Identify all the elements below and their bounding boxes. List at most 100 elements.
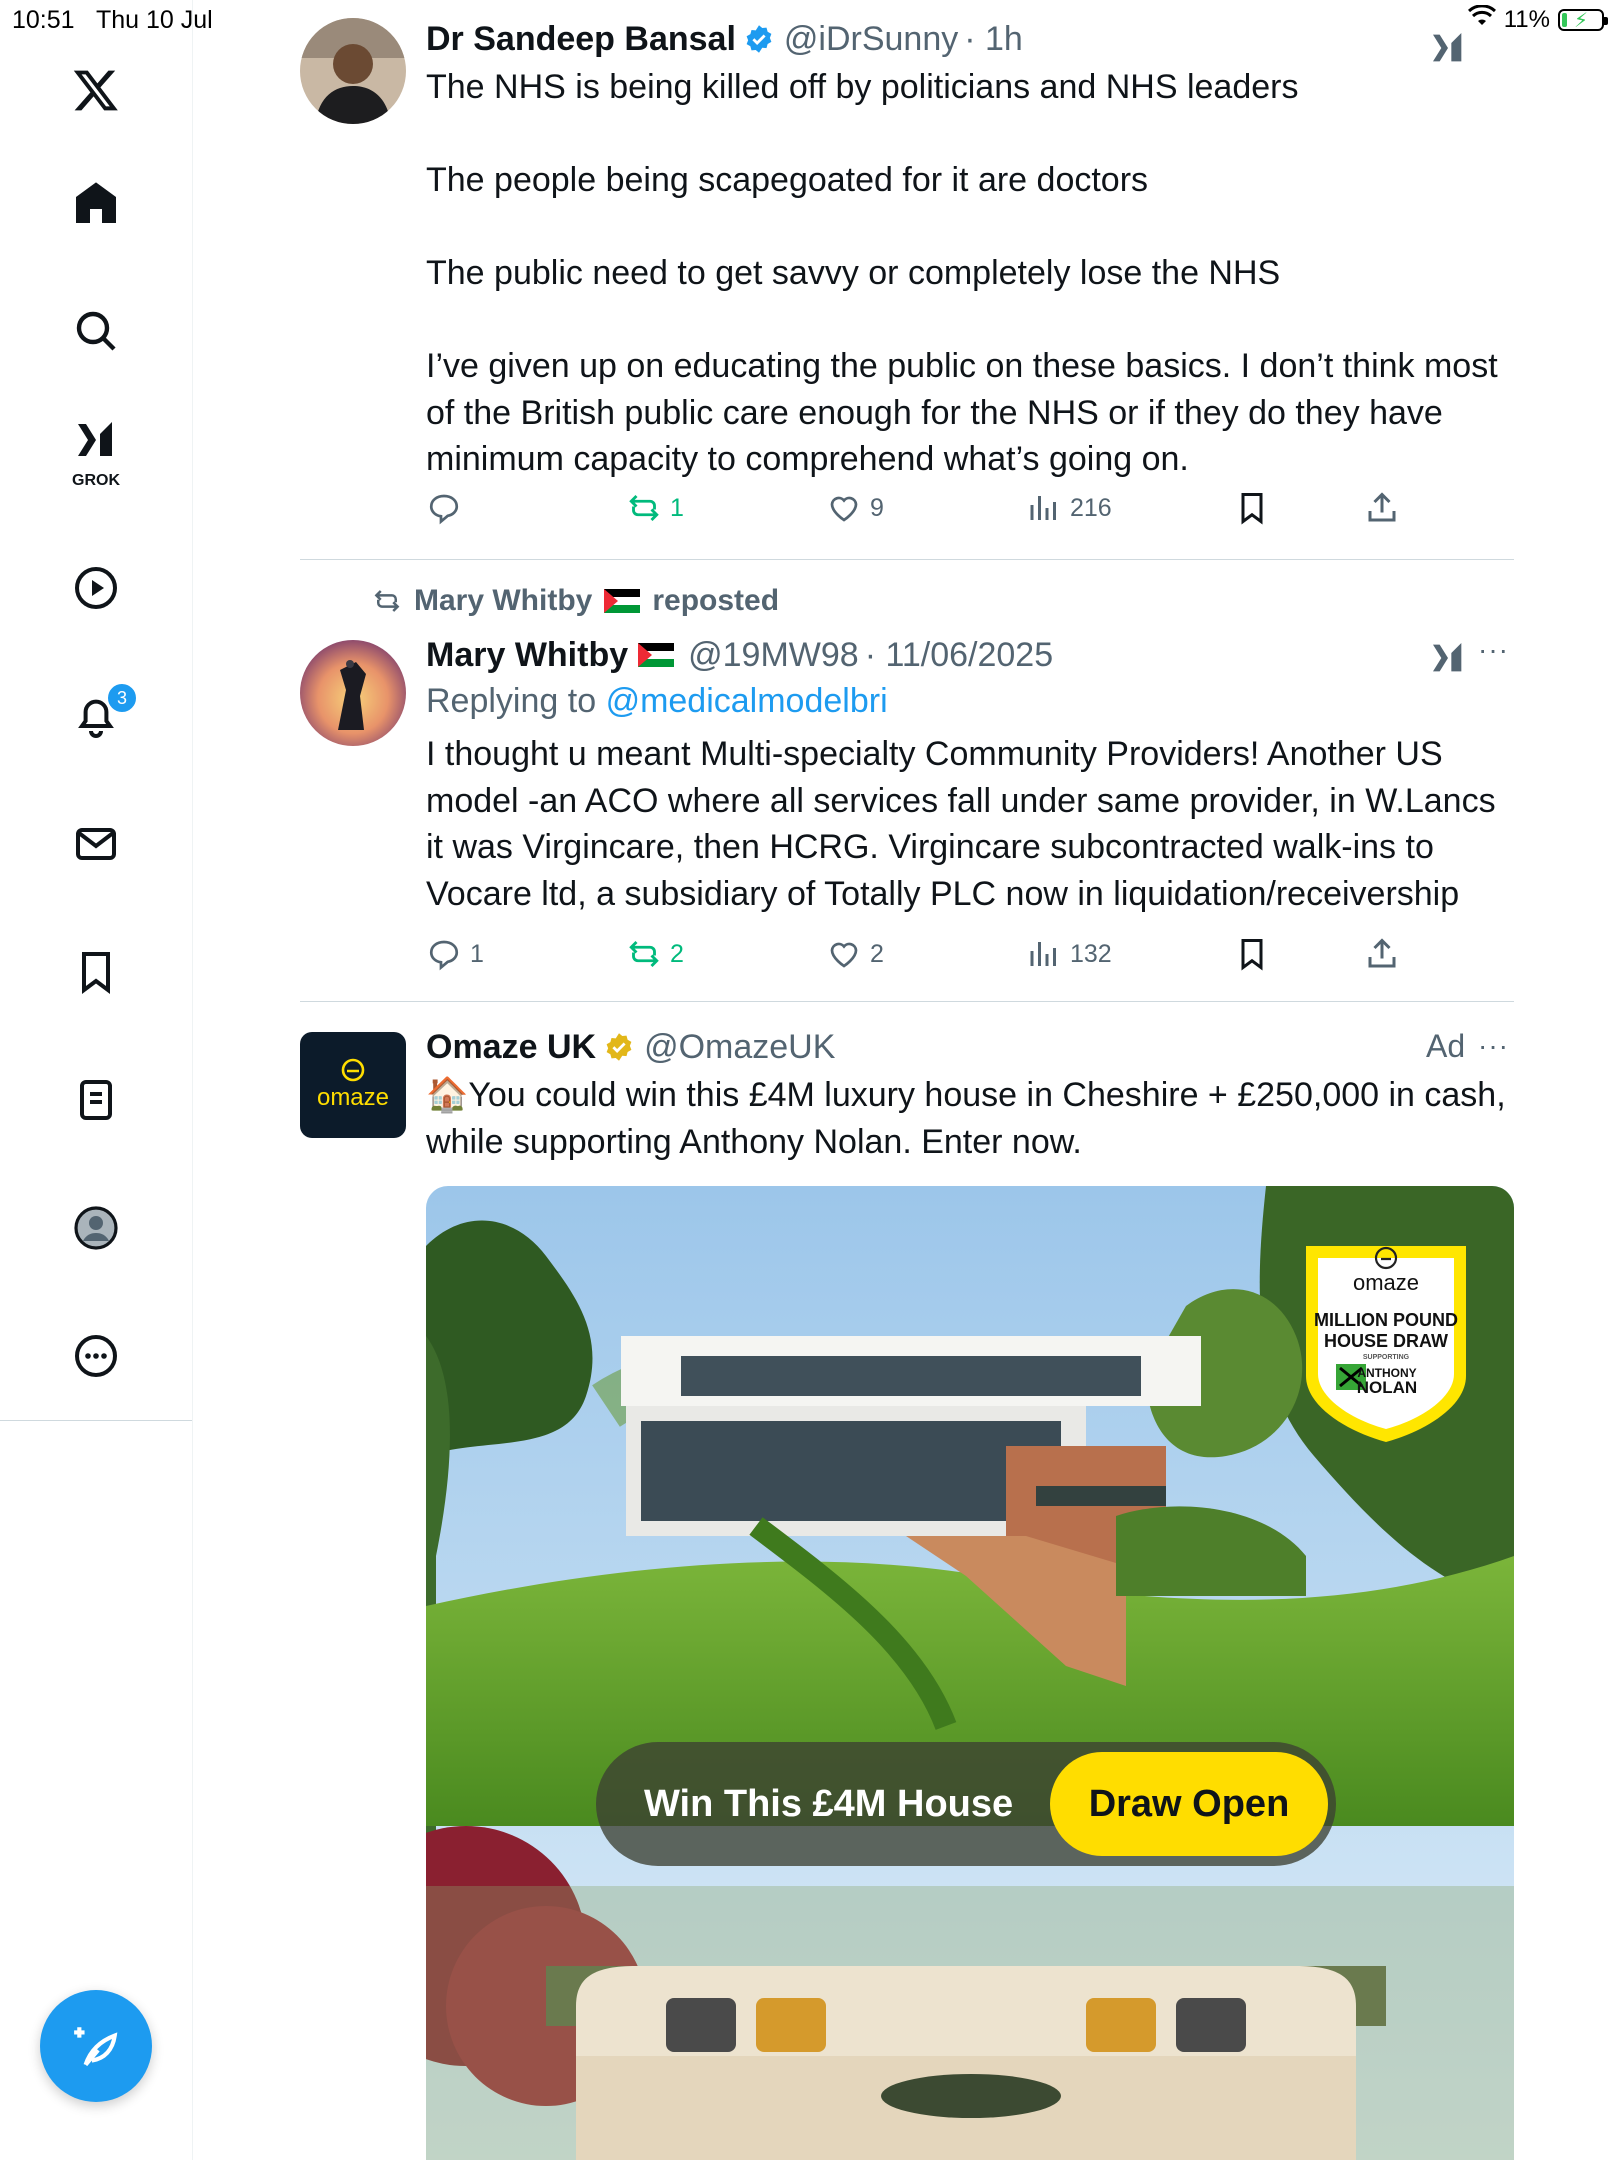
tweet-time[interactable]: · 1h <box>964 20 1023 59</box>
bookmark-button[interactable] <box>1234 936 1270 972</box>
tweet-ad[interactable]: omaze Omaze UK @OmazeUK 🏠You could win t… <box>300 1002 1514 2160</box>
tweet-header: Omaze UK @OmazeUK <box>426 1022 1514 1072</box>
home-icon[interactable] <box>56 163 136 243</box>
repost-count: 2 <box>670 939 684 968</box>
bookmark-icon <box>1241 493 1263 525</box>
compose-button[interactable] <box>40 1990 152 2102</box>
views-chart-icon <box>1030 942 1056 966</box>
x-logo-icon[interactable] <box>56 50 136 130</box>
avatar[interactable] <box>300 18 406 124</box>
like-count: 2 <box>870 939 884 968</box>
tweet-text: I thought u meant Multi-specialty Commun… <box>426 735 1496 913</box>
views-button[interactable]: 216 <box>1026 490 1112 526</box>
reply-icon <box>429 940 459 971</box>
author-handle[interactable]: @19MW98 <box>688 636 859 675</box>
tweet-actions: 1 9 216 <box>426 490 1406 540</box>
tweet-text: The NHS is being killed off by politicia… <box>426 68 1498 478</box>
ad-image[interactable]: Win This £4M House Draw Open omaze MILLI… <box>426 1186 1514 2160</box>
author-name[interactable]: Mary Whitby <box>426 636 628 675</box>
like-count: 9 <box>870 493 884 522</box>
tweet-header: Dr Sandeep Bansal @iDrSunny · 1h <box>426 14 1514 64</box>
omaze-avatar-text: omaze <box>316 1084 390 1111</box>
avatar[interactable] <box>300 640 406 746</box>
author-handle[interactable]: @OmazeUK <box>644 1028 835 1067</box>
reply-count: 1 <box>470 939 484 968</box>
like-button[interactable]: 2 <box>826 936 884 972</box>
reply-button[interactable] <box>426 490 470 526</box>
reposter-name[interactable]: Mary Whitby <box>414 584 592 618</box>
share-button[interactable] <box>1364 490 1400 526</box>
tweet-header: Mary Whitby @19MW98 · 11/06/2025 <box>426 630 1514 680</box>
palestine-flag-icon <box>638 643 675 667</box>
grok-icon[interactable] <box>1428 638 1468 678</box>
replying-to: Replying to @medicalmodelbri <box>426 682 1514 721</box>
grok-icon[interactable] <box>1428 28 1468 68</box>
share-icon <box>1368 938 1396 968</box>
heart-icon <box>830 496 858 522</box>
repost-icon <box>629 494 659 522</box>
tweet-2[interactable]: Mary Whitby reposted Mary Whitby @19MW98… <box>300 560 1514 1000</box>
views-chart-icon <box>1030 496 1056 520</box>
reply-button[interactable]: 1 <box>426 936 484 972</box>
sidebar-divider <box>0 1420 192 1421</box>
tweet-time[interactable]: · 11/06/2025 <box>865 636 1053 675</box>
grok-label: GROK <box>72 472 120 489</box>
notification-badge: 3 <box>106 682 138 714</box>
repost-button[interactable]: 1 <box>626 490 684 526</box>
bookmark-icon <box>1241 939 1263 971</box>
omaze-draw-badge: omaze MILLION POUND HOUSE DRAW SUPPORTIN… <box>1296 1236 1476 1446</box>
search-icon[interactable] <box>56 291 136 371</box>
bookmark-button[interactable] <box>1234 490 1270 526</box>
more-menu-icon[interactable]: ··· <box>1478 1030 1509 1062</box>
repost-button[interactable]: 2 <box>626 936 684 972</box>
draw-open-button[interactable]: Draw Open <box>1050 1752 1328 1856</box>
ad-label: Ad <box>1426 1028 1466 1064</box>
badge-line2: HOUSE DRAW <box>1323 1331 1448 1351</box>
repost-icon <box>374 590 400 612</box>
views-count: 132 <box>1070 939 1112 968</box>
repost-context: Mary Whitby reposted <box>372 584 779 618</box>
replying-prefix: Replying to <box>426 682 597 720</box>
video-icon[interactable] <box>56 548 136 628</box>
battery-icon: ⚡ <box>1558 8 1608 32</box>
bookmarks-icon[interactable] <box>56 932 136 1012</box>
notifications-icon[interactable]: 3 <box>56 676 138 756</box>
tweet-text: 🏠You could win this £4M luxury house in … <box>426 1076 1506 1161</box>
like-button[interactable]: 9 <box>826 490 884 526</box>
lists-icon[interactable] <box>56 1060 136 1140</box>
badge-partner2: NOLAN <box>1356 1378 1418 1397</box>
views-count: 216 <box>1070 493 1112 522</box>
tweet-1[interactable]: Dr Sandeep Bansal @iDrSunny · 1h The NHS… <box>300 14 1514 559</box>
badge-supporting: SUPPORTING <box>1362 1354 1410 1361</box>
author-name[interactable]: Dr Sandeep Bansal <box>426 20 736 59</box>
compose-feather-icon <box>74 2027 118 2067</box>
ad-pill-text: Win This £4M House <box>644 1782 1014 1825</box>
verified-badge-icon <box>746 25 772 53</box>
verified-gold-badge-icon <box>606 1033 632 1061</box>
sidebar: GROK 3 <box>0 0 193 2160</box>
replying-to-link[interactable]: @medicalmodelbri <box>606 682 888 720</box>
profile-icon[interactable] <box>56 1188 136 1268</box>
palestine-flag-icon <box>604 589 641 613</box>
grok-nav[interactable]: GROK <box>56 412 136 512</box>
grok-icon <box>78 422 112 456</box>
omaze-logo-icon <box>341 1058 365 1082</box>
author-name[interactable]: Omaze UK <box>426 1028 596 1067</box>
tweet-actions: 1 2 2 132 <box>426 936 1406 986</box>
repost-label: reposted <box>652 584 780 617</box>
heart-icon <box>830 942 858 968</box>
reply-icon <box>429 494 459 525</box>
views-button[interactable]: 132 <box>1026 936 1112 972</box>
author-handle[interactable]: @iDrSunny <box>784 20 958 59</box>
badge-line1: MILLION POUND <box>1314 1310 1458 1330</box>
ad-cta-pill[interactable]: Win This £4M House Draw Open <box>596 1742 1336 1866</box>
more-options-icon[interactable] <box>56 1316 136 1396</box>
more-menu-icon[interactable]: ··· <box>1478 634 1509 666</box>
repost-count: 1 <box>670 493 684 522</box>
share-button[interactable] <box>1364 936 1400 972</box>
share-icon <box>1368 492 1396 522</box>
omaze-avatar[interactable]: omaze <box>300 1032 406 1138</box>
badge-brand: omaze <box>1352 1270 1420 1295</box>
repost-icon <box>629 940 659 968</box>
messages-icon[interactable] <box>56 804 136 884</box>
